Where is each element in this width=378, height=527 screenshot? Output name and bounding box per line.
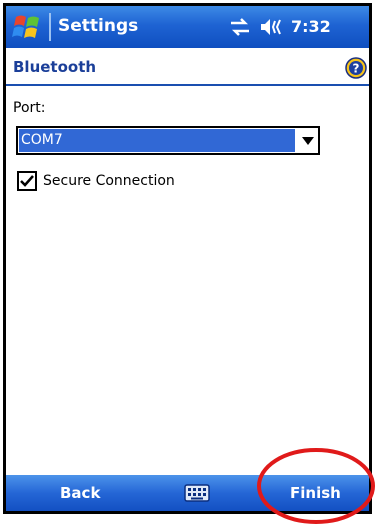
connectivity-icon[interactable] bbox=[228, 17, 252, 37]
keyboard-icon[interactable] bbox=[184, 484, 210, 502]
clock[interactable]: 7:32 bbox=[291, 17, 331, 36]
back-button[interactable]: Back bbox=[60, 484, 100, 502]
help-icon[interactable]: ? bbox=[345, 57, 367, 79]
app-title: Settings bbox=[58, 16, 139, 36]
title-separator bbox=[49, 13, 51, 41]
secure-connection-checkbox[interactable] bbox=[17, 171, 37, 191]
svg-text:?: ? bbox=[353, 62, 360, 76]
speaker-icon[interactable] bbox=[259, 17, 285, 37]
port-label: Port: bbox=[13, 100, 46, 116]
windows-flag-icon[interactable] bbox=[12, 11, 44, 43]
page-title: Bluetooth bbox=[13, 58, 97, 76]
chevron-down-icon[interactable] bbox=[302, 137, 314, 145]
section-header: Bluetooth ? bbox=[6, 48, 369, 86]
secure-connection-label[interactable]: Secure Connection bbox=[43, 173, 175, 189]
port-selected-value: COM7 bbox=[19, 129, 295, 152]
checkmark-icon bbox=[20, 175, 34, 187]
port-dropdown[interactable]: COM7 bbox=[16, 126, 320, 155]
title-bar: Settings 7:32 bbox=[6, 6, 369, 48]
highlight-ellipse bbox=[257, 448, 375, 524]
